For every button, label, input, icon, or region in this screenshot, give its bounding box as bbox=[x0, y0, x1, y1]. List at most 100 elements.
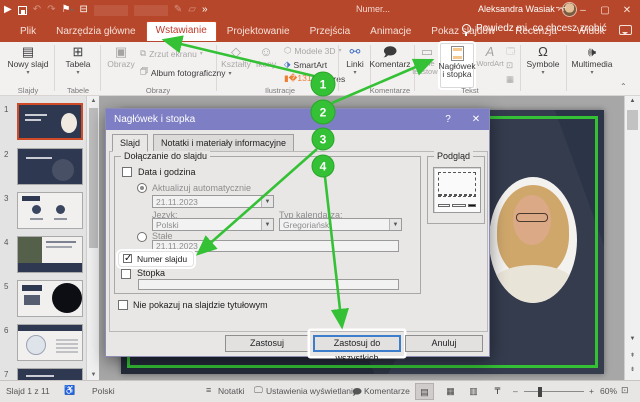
chevron-down-icon[interactable]: ▼ bbox=[389, 219, 401, 230]
apply-button[interactable]: Zastosuj bbox=[225, 335, 309, 352]
format-painter-icon[interactable]: ✎ bbox=[174, 2, 182, 18]
slide-thumbnail-2[interactable] bbox=[17, 148, 83, 185]
tab-przejscia[interactable]: Przejścia bbox=[300, 23, 361, 40]
font-name-box[interactable] bbox=[94, 5, 128, 16]
save-icon[interactable] bbox=[18, 6, 27, 15]
zoom-slider[interactable] bbox=[524, 391, 584, 392]
slide-thumbnail-6[interactable] bbox=[17, 324, 83, 361]
language-combobox[interactable]: Polski▼ bbox=[152, 218, 274, 231]
scroll-up-icon[interactable]: ▲ bbox=[87, 98, 100, 104]
display-settings-button[interactable]: Ustawienia wyświetlania bbox=[266, 386, 358, 396]
footer-checkbox[interactable] bbox=[121, 269, 131, 279]
flag-icon[interactable]: ⚑▾ bbox=[61, 2, 73, 19]
symbols-button[interactable]: Ω Symbole▾ bbox=[523, 44, 563, 77]
links-button[interactable]: ⚯ Linki▾ bbox=[341, 44, 369, 77]
dialog-titlebar[interactable]: Nagłówek i stopka bbox=[106, 109, 489, 130]
smartart-button[interactable]: ⬗ SmartArt bbox=[284, 59, 327, 70]
wordart-button[interactable]: A WordArt bbox=[476, 44, 504, 68]
object-insert-icon[interactable]: ▦ bbox=[506, 74, 514, 85]
start-slideshow-icon[interactable]: ▶ bbox=[4, 2, 12, 18]
scrollbar-thumb[interactable] bbox=[627, 110, 638, 130]
apply-all-button[interactable]: Zastosuj do wszystkich bbox=[313, 335, 401, 352]
slideshow-view-button[interactable]: ₸ bbox=[488, 383, 507, 400]
next-slide-icon[interactable]: ⇟ bbox=[626, 364, 639, 375]
zoom-level[interactable]: 60% bbox=[600, 386, 617, 396]
tab-plik[interactable]: Plik bbox=[10, 23, 46, 40]
chevron-down-icon[interactable]: ▼ bbox=[261, 219, 273, 230]
header-footer-button[interactable]: Nagłówek i stopka bbox=[440, 43, 474, 88]
scroll-down-icon[interactable]: ▼ bbox=[626, 334, 639, 344]
normal-view-button[interactable]: ▤ bbox=[415, 383, 434, 400]
slide-thumbnail-7[interactable] bbox=[17, 368, 83, 380]
zoom-out-button[interactable]: – bbox=[513, 386, 518, 396]
previous-slide-icon[interactable]: ⇞ bbox=[626, 350, 639, 361]
3d-models-button[interactable]: ⬡ Modele 3D▾ bbox=[284, 45, 342, 56]
thumbnail-scrollbar[interactable]: ▲ ▼ bbox=[86, 96, 99, 380]
chevron-down-icon[interactable]: ▼ bbox=[261, 196, 273, 207]
auto-date-combobox[interactable]: 21.11.2023▼ bbox=[152, 195, 274, 208]
shapes-button[interactable]: ◇ Kształty bbox=[220, 44, 252, 69]
fixed-date-radio[interactable] bbox=[137, 232, 147, 242]
pictures-button[interactable]: ▣ Obrazy bbox=[104, 44, 138, 69]
minimize-button[interactable]: – bbox=[572, 0, 594, 20]
scroll-up-icon[interactable]: ▲ bbox=[626, 96, 639, 106]
dont-show-title-checkbox[interactable] bbox=[118, 300, 128, 310]
date-time-checkbox[interactable] bbox=[122, 167, 132, 177]
reading-view-button[interactable]: ▥ bbox=[464, 383, 483, 400]
scroll-down-icon[interactable]: ▼ bbox=[87, 372, 100, 378]
calendar-type-combobox[interactable]: Gregoriański▼ bbox=[279, 218, 402, 231]
zoom-in-button[interactable]: + bbox=[589, 386, 594, 396]
language-status[interactable]: Polski bbox=[92, 386, 115, 396]
scrollbar-thumb[interactable] bbox=[89, 108, 98, 248]
fixed-date-field[interactable]: 21.11.2023 bbox=[152, 240, 399, 252]
slide-thumbnail-5[interactable] bbox=[17, 280, 83, 317]
layout-icon[interactable]: ⊟ bbox=[79, 2, 87, 18]
date-time-insert-icon[interactable]: 🗔 bbox=[506, 46, 515, 60]
notes-toggle[interactable]: Notatki bbox=[218, 386, 244, 396]
tab-wstawianie[interactable]: Wstawianie bbox=[146, 21, 217, 41]
comment-button[interactable]: 🗩 Komentarz bbox=[373, 44, 407, 69]
ribbon-display-options-icon[interactable]: ⌤ bbox=[550, 0, 572, 20]
canvas-scrollbar[interactable]: ▲ ▼ ⇞ ⇟ bbox=[624, 96, 640, 380]
slide-thumbnail-3[interactable] bbox=[17, 192, 83, 229]
tell-me-box[interactable]: Powiedz mi, co chcesz zrobić bbox=[462, 23, 607, 34]
qat-more-icon[interactable]: » bbox=[202, 2, 208, 18]
slide-sorter-view-button[interactable]: ▦ bbox=[441, 383, 460, 400]
update-auto-radio[interactable] bbox=[137, 183, 147, 193]
undo-icon[interactable]: ↶ bbox=[33, 2, 41, 18]
fit-to-window-icon[interactable]: ⊡ bbox=[621, 385, 629, 396]
text-box-button[interactable]: ▭ Pole tekstowe bbox=[416, 44, 438, 77]
close-button[interactable]: ✕ bbox=[616, 0, 638, 20]
dialog-help-button[interactable]: ? bbox=[435, 109, 461, 130]
tab-animacje[interactable]: Animacje bbox=[360, 23, 421, 40]
slide-number-insert-icon[interactable]: ⊡ bbox=[506, 60, 513, 71]
dialog-tab-slajd[interactable]: Slajd bbox=[112, 134, 148, 152]
redo-icon[interactable]: ↷ bbox=[47, 2, 55, 18]
dialog-tab-notatki[interactable]: Notatki i materiały informacyjne bbox=[153, 134, 294, 152]
tab-projektowanie[interactable]: Projektowanie bbox=[217, 23, 300, 40]
slide-number-checkbox[interactable] bbox=[123, 254, 132, 263]
chart-button[interactable]: ▮�131; Wykres bbox=[284, 73, 345, 84]
maximize-button[interactable]: ▢ bbox=[594, 0, 616, 20]
account-name[interactable]: Aleksandra Wasiak bbox=[478, 4, 555, 14]
font-size-box[interactable] bbox=[134, 5, 168, 16]
table-button[interactable]: ⊞ Tabela▾ bbox=[58, 44, 98, 77]
screenshot-button[interactable]: ⧉ Zrzut ekranu▾ bbox=[140, 48, 203, 59]
media-button[interactable]: 🕪 Multimedia▾ bbox=[568, 44, 616, 77]
accessibility-icon[interactable]: ♿ bbox=[64, 385, 75, 396]
comments-toggle[interactable]: Komentarze bbox=[364, 386, 410, 396]
footer-field[interactable] bbox=[138, 279, 399, 290]
cancel-button[interactable]: Anuluj bbox=[405, 335, 483, 352]
tab-narzedzia-glowne[interactable]: Narzędzia główne bbox=[46, 23, 146, 40]
new-slide-button[interactable]: ▤ Nowy slajd▾ bbox=[6, 44, 50, 77]
slide-counter[interactable]: Slajd 1 z 11 bbox=[6, 386, 50, 396]
slide-thumbnail-1[interactable] bbox=[17, 103, 83, 140]
photo-album-button[interactable]: 🗇 Album fotograficzny▾ bbox=[140, 66, 232, 80]
slide-thumbnail-4[interactable] bbox=[17, 236, 83, 273]
dialog-close-button[interactable]: ✕ bbox=[463, 109, 489, 130]
shape-icon[interactable]: ▱ bbox=[188, 2, 196, 18]
zoom-slider-thumb[interactable] bbox=[538, 387, 542, 397]
icons-button[interactable]: ☺ Ikony bbox=[252, 44, 280, 69]
share-comment-icon[interactable] bbox=[619, 25, 632, 35]
collapse-ribbon-icon[interactable]: ⌃ bbox=[620, 82, 627, 91]
